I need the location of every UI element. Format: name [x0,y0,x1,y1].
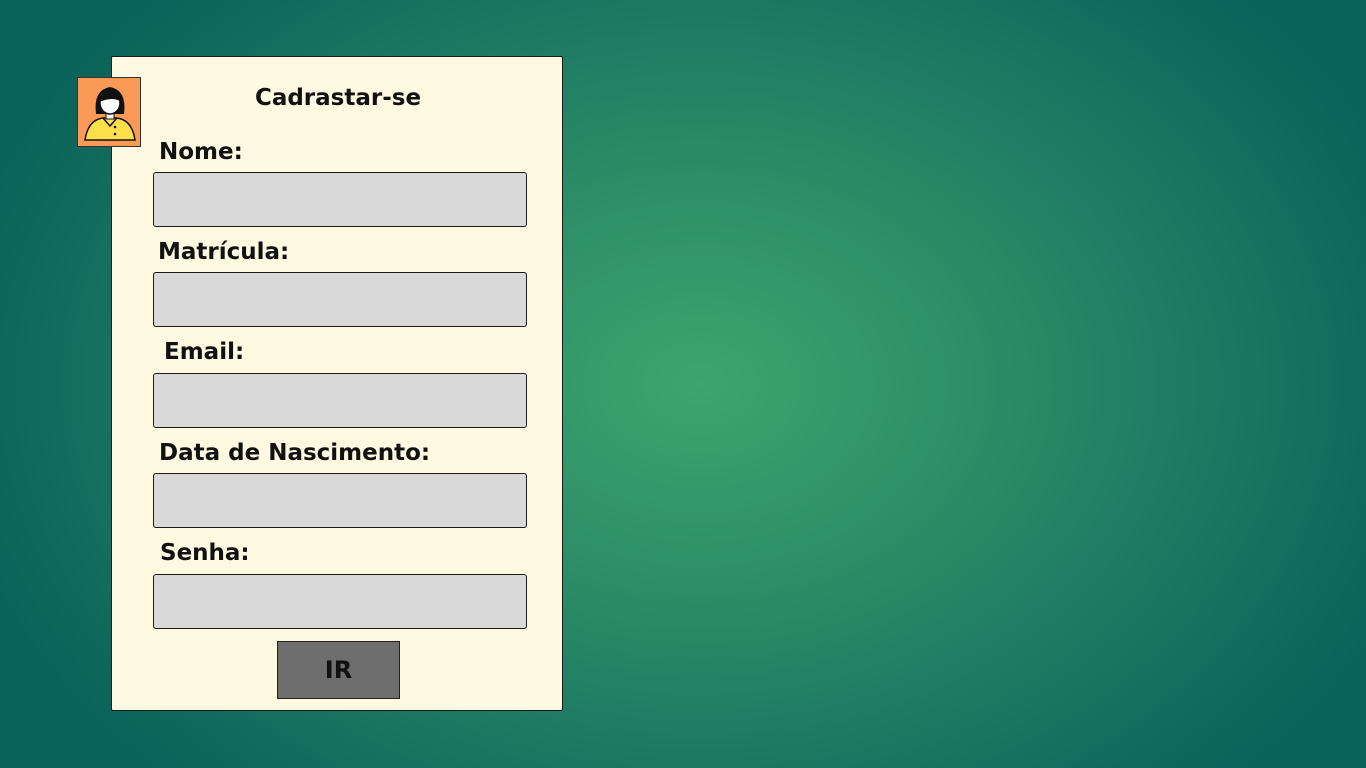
matricula-label: Matrícula: [158,239,290,265]
name-label: Nome: [159,139,243,165]
signup-card: Cadrastar-se Nome: Matrícula: Email: Dat… [111,56,563,711]
birthdate-label: Data de Nascimento: [159,440,431,466]
email-label: Email: [164,339,245,365]
birthdate-field[interactable] [153,473,527,528]
page-title: Cadrastar-se [254,85,422,111]
matricula-field[interactable] [153,272,527,327]
password-label: Senha: [160,540,250,566]
submit-button[interactable]: IR [277,641,400,699]
password-field[interactable] [153,574,527,629]
name-field[interactable] [153,172,527,227]
email-field[interactable] [153,373,527,428]
user-avatar-icon [77,77,141,147]
